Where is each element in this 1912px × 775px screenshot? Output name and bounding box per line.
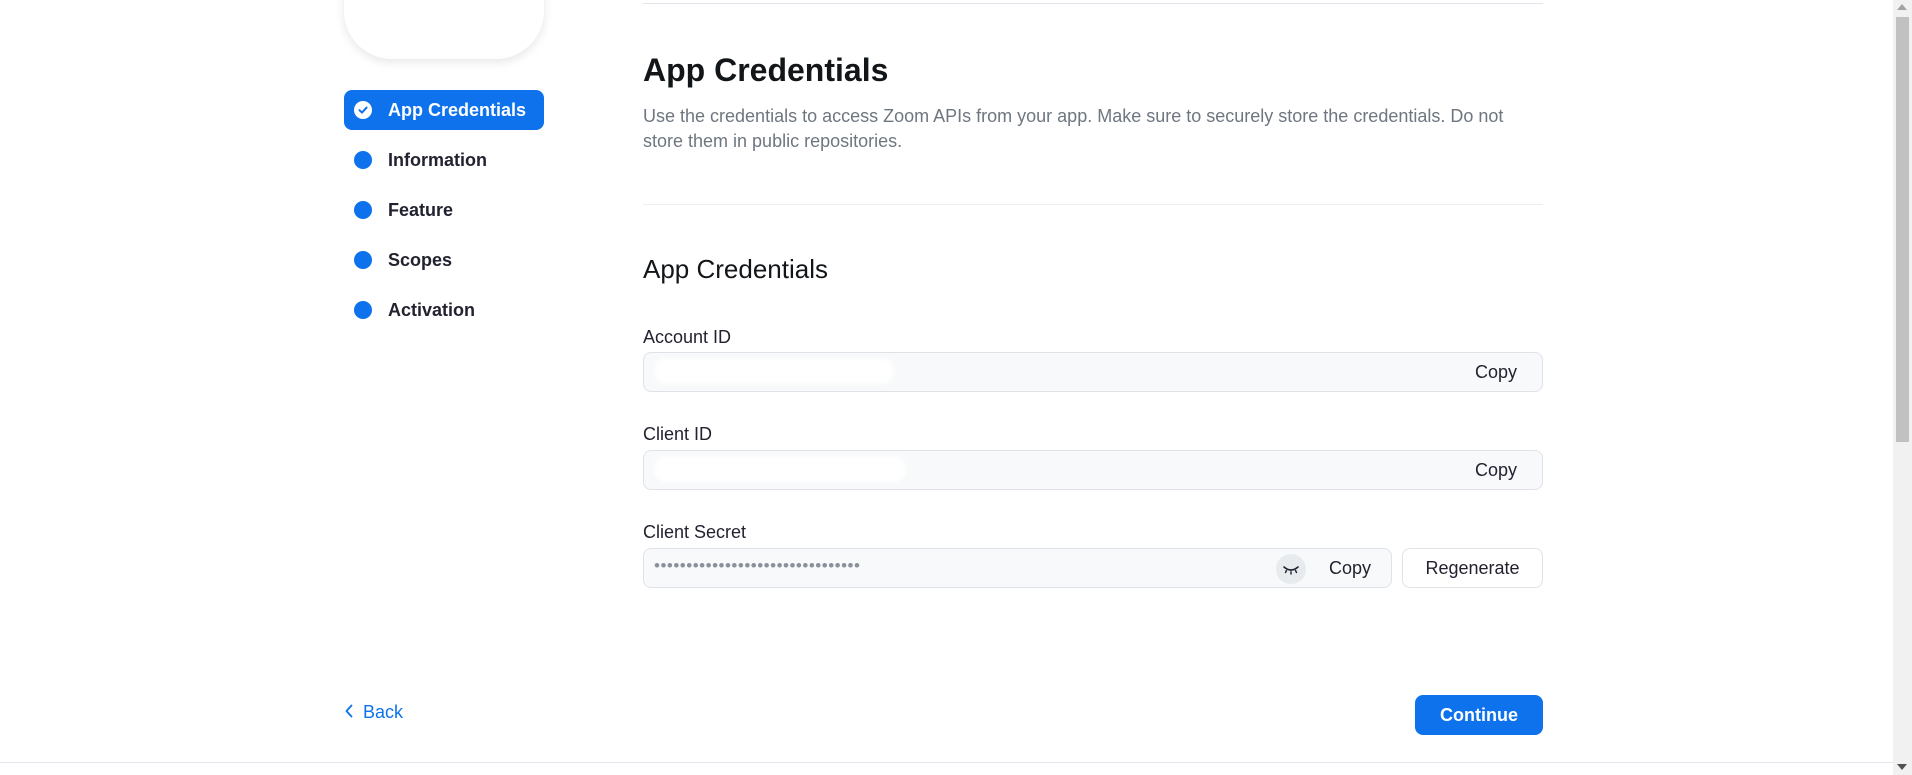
section-title: App Credentials (643, 254, 828, 284)
copy-account-id-button[interactable]: Copy (1456, 353, 1536, 391)
divider (643, 204, 1543, 205)
client-id-label: Client ID (643, 424, 713, 444)
nav-item-scopes[interactable]: Scopes (344, 240, 544, 280)
page-title: App Credentials (643, 52, 889, 88)
nav-item-label: Feature (388, 199, 454, 220)
nav-item-label: Scopes (388, 249, 453, 270)
copy-client-secret-button[interactable]: Copy (1314, 549, 1386, 587)
dot-icon (354, 201, 372, 219)
copy-client-id-button[interactable]: Copy (1456, 451, 1536, 489)
eye-closed-icon[interactable] (1276, 554, 1306, 584)
back-label: Back (363, 702, 404, 722)
nav-item-label: App Credentials (388, 99, 527, 120)
nav-item-feature[interactable]: Feature (344, 190, 544, 230)
step-nav: App Credentials Information Feature Scop… (344, 90, 544, 340)
redaction-mask (654, 456, 906, 482)
back-button[interactable]: Back (345, 702, 403, 723)
scroll-down-arrow-icon[interactable] (1897, 764, 1907, 770)
dot-icon (354, 301, 372, 319)
check-circle-icon (354, 101, 372, 119)
account-id-label: Account ID (643, 327, 732, 347)
nav-item-app-credentials[interactable]: App Credentials (344, 90, 544, 130)
app-logo-card (344, 0, 544, 59)
divider (0, 762, 1893, 763)
divider (643, 3, 1543, 4)
nav-item-label: Activation (388, 299, 476, 320)
dot-icon (354, 151, 372, 169)
page-description: Use the credentials to access Zoom APIs … (643, 106, 1504, 151)
nav-item-label: Information (388, 149, 487, 170)
client-secret-value: •••••••••••••••••••••••••••••••• (654, 556, 861, 575)
account-id-field[interactable]: Copy (643, 352, 1543, 392)
dot-icon (354, 251, 372, 269)
continue-button[interactable]: Continue (1415, 695, 1543, 735)
client-secret-field[interactable]: •••••••••••••••••••••••••••••••• Copy (643, 548, 1392, 588)
client-id-field[interactable]: Copy (643, 450, 1543, 490)
nav-item-activation[interactable]: Activation (344, 290, 544, 330)
nav-item-information[interactable]: Information (344, 140, 544, 180)
redaction-mask (654, 358, 894, 384)
scroll-up-arrow-icon[interactable] (1897, 4, 1907, 10)
client-secret-label: Client Secret (643, 522, 747, 542)
vertical-scrollbar[interactable] (1893, 0, 1912, 775)
chevron-left-icon (345, 702, 353, 723)
scrollbar-thumb[interactable] (1896, 17, 1909, 442)
regenerate-button[interactable]: Regenerate (1402, 548, 1543, 588)
page: App Credentials Information Feature Scop… (0, 0, 1893, 775)
